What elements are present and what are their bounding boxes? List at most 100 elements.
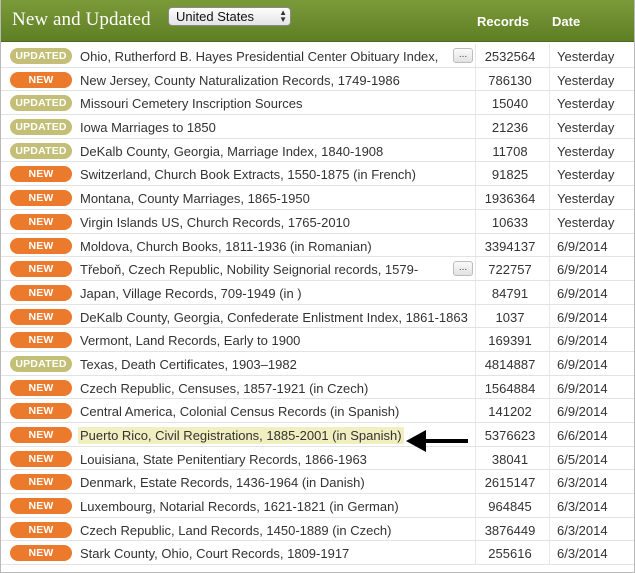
collection-row[interactable]: NEW Luxembourg, Notarial Records, 1621-18… (1, 494, 634, 518)
record-count: 15040 (491, 96, 529, 112)
column-divider (549, 233, 550, 257)
updated-date: 6/9/2014 (557, 238, 608, 254)
collection-name-link[interactable]: DeKalb County, Georgia, Confederate Enli… (80, 309, 472, 326)
collection-row[interactable]: NEW Czech Republic, Censuses, 1857-1921 (… (1, 375, 634, 400)
collection-row[interactable]: NEW Central America, Colonial Census Reco… (1, 399, 634, 423)
updated-date: 6/9/2014 (557, 333, 608, 349)
column-divider (475, 423, 476, 446)
column-divider (475, 375, 476, 399)
status-badge: NEW (10, 474, 72, 491)
column-header-records[interactable]: Records (477, 14, 529, 29)
collection-name-link[interactable]: Puerto Rico, Civil Registrations, 1885-2… (78, 427, 404, 444)
status-badge: UPDATED (10, 119, 72, 136)
collection-name-link[interactable]: Switzerland, Church Book Extracts, 1550-… (80, 166, 472, 183)
collection-name-link[interactable]: Texas, Death Certificates, 1903–1982 (80, 356, 472, 373)
collection-row[interactable]: NEW Moldova, Church Books, 1811-1936 (in … (1, 233, 634, 258)
updated-date: Yesterday (557, 214, 615, 230)
column-header-date[interactable]: Date (552, 14, 580, 29)
collection-name-link[interactable]: Moldova, Church Books, 1811-1936 (in Rom… (80, 238, 472, 255)
record-count: 3876449 (484, 522, 536, 538)
collection-name-link[interactable]: Třeboň, Czech Republic, Nobility Seignor… (80, 261, 472, 278)
collection-name-link[interactable]: Montana, County Marriages, 1865-1950 (80, 190, 472, 207)
column-divider (475, 541, 476, 565)
record-count: 5376623 (484, 428, 536, 443)
updated-date: Yesterday (557, 96, 615, 112)
collection-row[interactable]: NEW Switzerland, Church Book Extracts, 15… (1, 162, 634, 187)
updated-date: 6/3/2014 (557, 522, 608, 538)
updated-date: 6/9/2014 (557, 309, 608, 325)
status-badge: NEW (10, 308, 72, 325)
panel-title: New and Updated (12, 9, 151, 30)
collection-name-link[interactable]: Czech Republic, Land Records, 1450-1889 … (80, 522, 472, 539)
collection-name-link[interactable]: Iowa Marriages to 1850 (80, 119, 472, 136)
column-divider (475, 115, 476, 138)
collection-row[interactable]: NEW Vermont, Land Records, Early to 1900 1… (1, 328, 634, 352)
record-count: 3394137 (484, 238, 536, 254)
status-badge: NEW (10, 284, 72, 301)
collection-name-link[interactable]: Stark County, Ohio, Court Records, 1809-… (80, 545, 472, 562)
country-select-value: United States (176, 9, 255, 24)
collection-name-link[interactable]: Virgin Islands US, Church Records, 1765-… (80, 214, 472, 231)
status-badge: NEW (10, 237, 72, 254)
more-button[interactable]: ... (453, 48, 473, 63)
record-count: 10633 (491, 214, 529, 230)
collection-row[interactable]: NEW Třeboň, Czech Republic, Nobility Seig… (1, 257, 634, 281)
collection-row[interactable]: UPDATED Texas, Death Certificates, 1903–1… (1, 351, 634, 376)
column-divider (475, 399, 476, 422)
collections-list: UPDATED Ohio, Rutherford B. Hayes Preside… (1, 44, 634, 566)
record-count: 1037 (495, 309, 525, 325)
collection-name-link[interactable]: Czech Republic, Censuses, 1857-1921 (in … (80, 380, 472, 397)
column-divider (475, 280, 476, 304)
updated-date: 6/9/2014 (557, 356, 608, 372)
collection-row[interactable]: NEW Virgin Islands US, Church Records, 17… (1, 209, 634, 234)
collection-name-link[interactable]: Denmark, Estate Records, 1436-1964 (in D… (80, 474, 472, 491)
more-button[interactable]: ... (453, 261, 473, 277)
collection-row[interactable]: NEW Montana, County Marriages, 1865-1950 1… (1, 186, 634, 210)
collection-row[interactable]: NEW DeKalb County, Georgia, Confederate E… (1, 304, 634, 329)
record-count: 2615147 (484, 475, 536, 491)
collection-row[interactable]: NEW Czech Republic, Land Records, 1450-18… (1, 517, 634, 542)
updated-date: 6/3/2014 (557, 475, 608, 491)
column-divider (475, 446, 476, 470)
collection-name-link[interactable]: New Jersey, County Naturalization Record… (80, 72, 472, 89)
updated-date: Yesterday (557, 72, 615, 88)
updated-date: Yesterday (557, 191, 615, 207)
country-select[interactable]: United States ▲ ▼ (168, 7, 291, 26)
collection-row[interactable]: NEW Denmark, Estate Records, 1436-1964 (i… (1, 470, 634, 495)
record-count: 786130 (488, 72, 532, 88)
panel-header: New and Updated United States ▲ ▼ Records… (1, 0, 634, 42)
collection-row[interactable]: NEW Stark County, Ohio, Court Records, 18… (1, 541, 634, 566)
column-divider (549, 470, 550, 494)
collection-name-link[interactable]: Ohio, Rutherford B. Hayes Presidential C… (80, 48, 472, 65)
collection-row[interactable]: UPDATED Ohio, Rutherford B. Hayes Preside… (1, 44, 634, 68)
column-divider (549, 91, 550, 115)
collection-row[interactable]: UPDATED DeKalb County, Georgia, Marriage … (1, 138, 634, 163)
collection-row[interactable]: NEW Puerto Rico, Civil Registrations, 188… (1, 423, 634, 447)
select-arrows-icon: ▲ ▼ (279, 8, 287, 24)
collection-name-link[interactable]: DeKalb County, Georgia, Marriage Index, … (80, 143, 472, 160)
collection-row[interactable]: NEW New Jersey, County Naturalization Rec… (1, 67, 634, 92)
column-divider (549, 280, 550, 304)
collection-row[interactable]: NEW Louisiana, State Penitentiary Records… (1, 446, 634, 471)
record-count: 11708 (492, 143, 528, 159)
status-badge: UPDATED (10, 95, 72, 112)
collection-name-link[interactable]: Vermont, Land Records, Early to 1900 (80, 332, 472, 349)
column-divider (549, 351, 550, 375)
collection-row[interactable]: UPDATED Missouri Cemetery Inscription Sou… (1, 91, 634, 116)
collection-name-link[interactable]: Central America, Colonial Census Records… (80, 403, 472, 420)
status-badge: UPDATED (10, 142, 72, 159)
record-count: 84791 (491, 285, 529, 301)
column-divider (549, 446, 550, 470)
column-divider (549, 494, 550, 517)
column-divider (549, 44, 550, 67)
collection-name-link[interactable]: Missouri Cemetery Inscription Sources (80, 95, 472, 112)
record-count: 21236 (491, 120, 529, 136)
record-count: 722757 (488, 262, 532, 278)
collection-name-link[interactable]: Japan, Village Records, 709-1949 (in ) (80, 285, 472, 302)
collection-name-link[interactable]: Luxembourg, Notarial Records, 1621-1821 … (80, 498, 472, 515)
column-divider (549, 304, 550, 328)
collection-row[interactable]: UPDATED Iowa Marriages to 1850 21236 Yester… (1, 115, 634, 139)
collection-row[interactable]: NEW Japan, Village Records, 709-1949 (in … (1, 280, 634, 305)
updated-date: 6/9/2014 (557, 380, 608, 396)
status-badge: NEW (10, 427, 72, 443)
